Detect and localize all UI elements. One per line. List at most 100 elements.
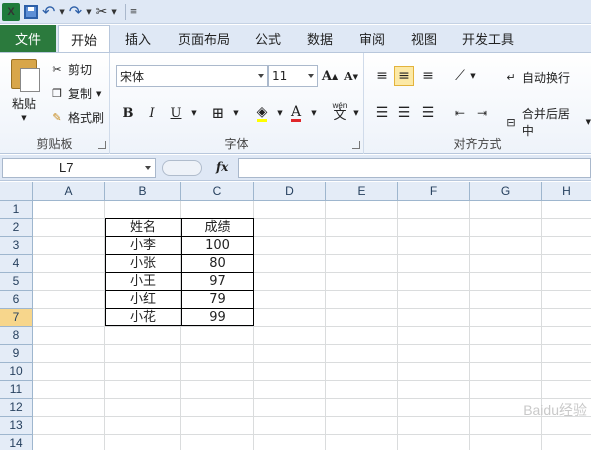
grow-font-icon: A (321, 68, 332, 84)
underline-dropdown-icon[interactable]: ▼ (184, 103, 204, 123)
column-header-f[interactable]: F (398, 182, 470, 201)
cell-b6[interactable]: 小红 (105, 291, 181, 309)
merge-center-button[interactable]: ⊟ 合并后居中 ▼ (504, 105, 591, 139)
bold-button[interactable]: B (118, 103, 138, 123)
borders-dropdown-icon[interactable]: ▼ (226, 103, 246, 123)
increase-indent-icon[interactable]: ⇥ (472, 103, 492, 123)
undo-button[interactable]: ↶ (42, 2, 55, 21)
formula-bar-resize-handle[interactable] (162, 160, 202, 176)
cell-b4[interactable]: 小张 (105, 255, 181, 273)
font-launcher-icon[interactable] (352, 141, 360, 149)
cell-b3[interactable]: 小李 (105, 237, 181, 255)
row-header-2[interactable]: 2 (0, 219, 33, 237)
font-color-dropdown-icon[interactable]: ▼ (304, 103, 324, 123)
tools-dropdown-icon[interactable]: ▼ (111, 3, 116, 21)
ribbon: 粘贴 ▼ ✂ 剪切 ❐ 复制 ▼ ✎ 格式刷 剪贴板 宋体 11 A▲ A▼ (0, 52, 591, 154)
row-header-10[interactable]: 10 (0, 363, 33, 381)
italic-button[interactable]: I (142, 103, 162, 123)
tab-data[interactable]: 数据 (294, 25, 346, 52)
cell-b5[interactable]: 小王 (105, 273, 181, 291)
align-right-icon[interactable]: ☰ (418, 103, 438, 123)
tab-developer[interactable]: 开发工具 (450, 25, 526, 52)
font-size-select[interactable]: 11 (268, 65, 318, 87)
column-header-b[interactable]: B (105, 182, 181, 201)
clipboard-launcher-icon[interactable] (98, 141, 106, 149)
customize-qat-icon[interactable]: ≡ (130, 3, 138, 21)
row-header-8[interactable]: 8 (0, 327, 33, 345)
name-box[interactable]: L7 (2, 158, 156, 178)
row-header-13[interactable]: 13 (0, 417, 33, 435)
worksheet-grid[interactable]: A B C D E F G H 1 2 3 4 5 6 7 8 9 10 11 … (0, 182, 591, 450)
align-middle-icon[interactable]: ≡ (394, 66, 414, 86)
tab-home[interactable]: 开始 (58, 25, 110, 52)
copy-button[interactable]: ❐ 复制 ▼ (50, 85, 101, 102)
phonetic-button[interactable]: wén 文 (328, 101, 352, 122)
cell-b2[interactable]: 姓名 (105, 219, 181, 237)
shrink-font-button[interactable]: A ▼ (341, 66, 361, 86)
insert-function-button[interactable]: fx (216, 160, 228, 174)
phonetic-dropdown-icon[interactable]: ▼ (350, 103, 362, 123)
row-header-14[interactable]: 14 (0, 435, 33, 450)
align-center-icon[interactable]: ☰ (394, 103, 414, 123)
redo-dropdown-icon[interactable]: ▼ (86, 3, 91, 21)
column-header-h[interactable]: H (542, 182, 591, 201)
grow-font-button[interactable]: A ▲ (320, 66, 340, 86)
clipboard-group: 粘贴 ▼ ✂ 剪切 ❐ 复制 ▼ ✎ 格式刷 剪贴板 (0, 53, 110, 154)
row-header-5[interactable]: 5 (0, 273, 33, 291)
undo-dropdown-icon[interactable]: ▼ (59, 3, 64, 21)
align-top-icon[interactable]: ≡ (372, 66, 392, 86)
tab-view[interactable]: 视图 (398, 25, 450, 52)
tab-review[interactable]: 审阅 (346, 25, 398, 52)
save-button[interactable] (24, 3, 38, 21)
cell-c4[interactable]: 80 (181, 255, 254, 273)
row-header-6[interactable]: 6 (0, 291, 33, 309)
cell-c5[interactable]: 97 (181, 273, 254, 291)
orientation-icon[interactable]: ⟋ (450, 66, 470, 86)
clipboard-group-label: 剪贴板 (36, 137, 73, 151)
column-header-d[interactable]: D (254, 182, 326, 201)
font-name-select[interactable]: 宋体 (116, 65, 268, 87)
excel-logo-icon[interactable]: X (2, 2, 20, 21)
cell-c3[interactable]: 100 (181, 237, 254, 255)
row-header-12[interactable]: 12 (0, 399, 33, 417)
redo-button[interactable]: ↷ (69, 2, 82, 21)
font-color-icon[interactable]: A (286, 103, 306, 123)
cut-button[interactable]: ✂ 剪切 (50, 61, 92, 78)
align-bottom-icon[interactable]: ≡ (418, 66, 438, 86)
formula-bar: L7 fx (0, 155, 591, 181)
cell-c6[interactable]: 79 (181, 291, 254, 309)
align-left-icon[interactable]: ☰ (372, 103, 392, 123)
row-header-3[interactable]: 3 (0, 237, 33, 255)
fill-color-icon[interactable]: ◈ (252, 103, 272, 123)
paste-label: 粘贴 (11, 97, 36, 111)
wrap-text-button[interactable]: ↵ 自动换行 (504, 69, 570, 86)
column-header-c[interactable]: C (181, 182, 254, 201)
row-header-9[interactable]: 9 (0, 345, 33, 363)
column-header-e[interactable]: E (326, 182, 398, 201)
row-header-4[interactable]: 4 (0, 255, 33, 273)
formula-input[interactable] (238, 158, 591, 178)
select-all-corner[interactable] (0, 182, 33, 201)
format-painter-button[interactable]: ✎ 格式刷 (50, 109, 104, 126)
paste-button[interactable]: 粘贴 ▼ (6, 59, 42, 122)
column-header-g[interactable]: G (470, 182, 542, 201)
row-header-11[interactable]: 11 (0, 381, 33, 399)
row-header-1[interactable]: 1 (0, 201, 33, 219)
row-header-7[interactable]: 7 (0, 309, 33, 327)
underline-button[interactable]: U (166, 103, 186, 123)
font-group: 宋体 11 A ▲ A ▼ B I U ▼ ⊞ ▼ ◈ ▼ A ▼ wén 文 ▼ … (110, 53, 364, 154)
tab-insert[interactable]: 插入 (110, 25, 166, 52)
orientation-dropdown-icon[interactable]: ▼ (468, 66, 478, 86)
cell-c2[interactable]: 成绩 (181, 219, 254, 237)
gridline (33, 344, 591, 345)
cell-b7[interactable]: 小花 (105, 309, 181, 327)
tools-icon[interactable]: ✂ (96, 3, 108, 21)
tab-page-layout[interactable]: 页面布局 (166, 25, 242, 52)
decrease-indent-icon[interactable]: ⇤ (450, 103, 470, 123)
cell-c7[interactable]: 99 (181, 309, 254, 327)
column-header-a[interactable]: A (33, 182, 105, 201)
tab-file[interactable]: 文件 (0, 25, 56, 52)
borders-icon[interactable]: ⊞ (208, 103, 228, 123)
tab-formulas[interactable]: 公式 (242, 25, 294, 52)
save-icon (24, 4, 38, 19)
